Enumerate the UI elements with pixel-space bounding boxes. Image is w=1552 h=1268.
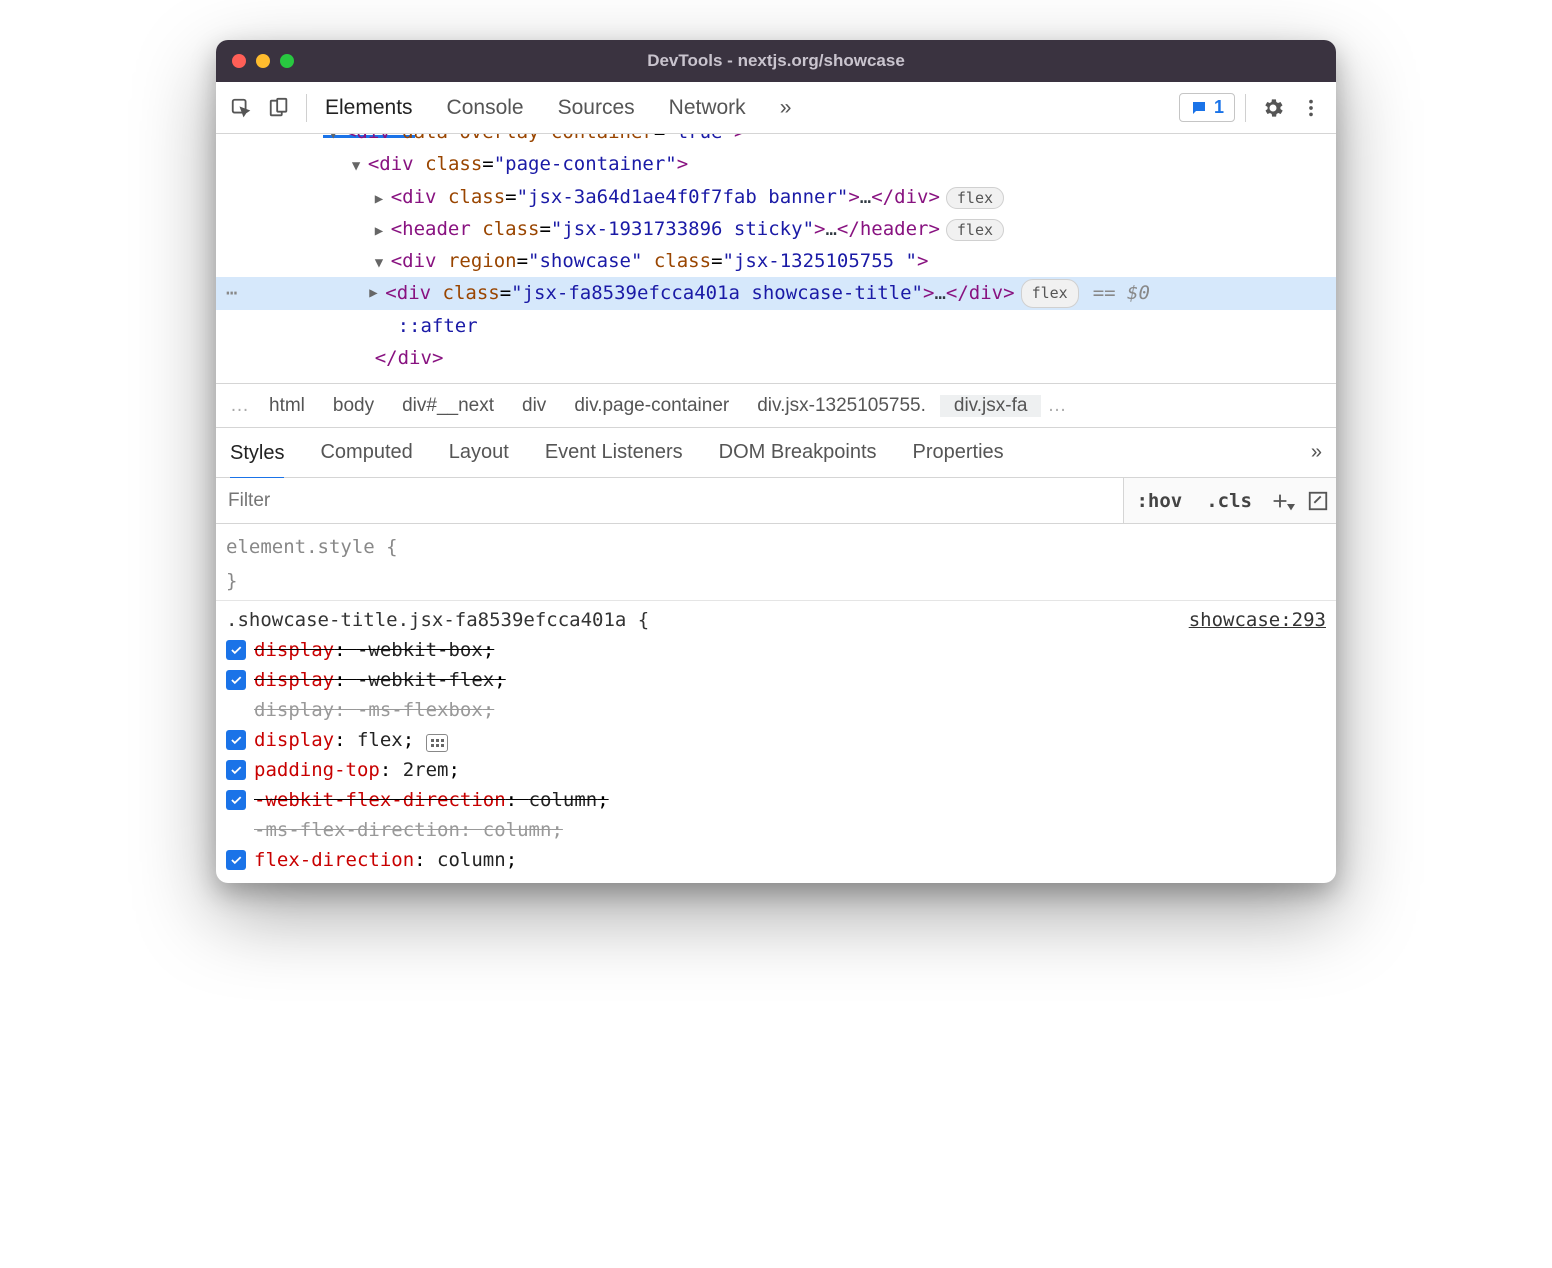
- issues-count: 1: [1214, 97, 1224, 118]
- element-style-close: }: [216, 562, 1336, 596]
- css-source-link[interactable]: showcase:293: [1189, 605, 1326, 635]
- styles-pane[interactable]: element.style { } .showcase-title.jsx-fa…: [216, 524, 1336, 883]
- property-checkbox[interactable]: [226, 850, 246, 870]
- settings-icon[interactable]: [1256, 91, 1290, 125]
- dom-line[interactable]: ▶<header class="jsx-1931733896 sticky">……: [216, 213, 1336, 245]
- css-selector[interactable]: .showcase-title.jsx-fa8539efcca401a {: [226, 605, 649, 635]
- dom-line[interactable]: ▼<div data-overlay-container="true">: [216, 134, 1336, 148]
- kebab-menu-icon[interactable]: [1294, 91, 1328, 125]
- main-toolbar: Elements Console Sources Network » 1: [216, 82, 1336, 134]
- breadcrumb-item[interactable]: div.page-container: [560, 395, 743, 417]
- dom-line[interactable]: ::after: [216, 310, 1336, 342]
- computed-panel-icon[interactable]: [1300, 490, 1336, 512]
- tabs-overflow[interactable]: »: [1311, 437, 1322, 468]
- filter-input[interactable]: [216, 478, 1124, 523]
- tab-styles[interactable]: Styles: [230, 438, 284, 480]
- breadcrumb-item[interactable]: body: [319, 395, 388, 417]
- tab-computed[interactable]: Computed: [320, 437, 412, 468]
- tab-console[interactable]: Console: [445, 92, 526, 124]
- css-property[interactable]: display: -ms-flexbox;: [216, 695, 1336, 725]
- element-style-open[interactable]: element.style {: [216, 528, 1336, 562]
- breadcrumb-item[interactable]: div#__next: [388, 395, 508, 417]
- styles-tabs: Styles Computed Layout Event Listeners D…: [216, 428, 1336, 478]
- new-rule-icon[interactable]: [1264, 490, 1300, 512]
- panel-tabs: Elements Console Sources Network »: [323, 92, 793, 124]
- flex-badge[interactable]: flex: [1021, 279, 1079, 309]
- breadcrumb-item[interactable]: div.jsx-1325105755.: [743, 395, 940, 417]
- property-checkbox[interactable]: [226, 640, 246, 660]
- css-property[interactable]: padding-top: 2rem;: [216, 755, 1336, 785]
- flex-editor-icon[interactable]: [426, 734, 448, 752]
- hov-toggle[interactable]: :hov: [1124, 490, 1194, 512]
- titlebar: DevTools - nextjs.org/showcase: [216, 40, 1336, 82]
- property-checkbox[interactable]: [226, 730, 246, 750]
- flex-badge[interactable]: flex: [946, 187, 1004, 209]
- css-property[interactable]: -ms-flex-direction: column;: [216, 815, 1336, 845]
- tab-event-listeners[interactable]: Event Listeners: [545, 437, 683, 468]
- dom-line[interactable]: ▼<div region="showcase" class="jsx-13251…: [216, 245, 1336, 277]
- separator: [1245, 94, 1246, 122]
- styles-filterbar: :hov .cls: [216, 478, 1336, 524]
- breadcrumb-item-active[interactable]: div.jsx-fa: [940, 395, 1042, 417]
- css-property[interactable]: display: -webkit-box;: [216, 635, 1336, 665]
- issues-badge[interactable]: 1: [1179, 93, 1235, 122]
- device-toggle-icon[interactable]: [262, 91, 296, 125]
- breadcrumb-item[interactable]: html: [255, 395, 319, 417]
- dom-line[interactable]: </div>: [216, 342, 1336, 374]
- css-property[interactable]: flex-direction: column;: [216, 845, 1336, 875]
- devtools-window: DevTools - nextjs.org/showcase Elements …: [216, 40, 1336, 883]
- breadcrumb-item[interactable]: div: [508, 395, 560, 417]
- flex-badge[interactable]: flex: [946, 219, 1004, 241]
- tab-elements[interactable]: Elements: [323, 92, 415, 138]
- tabs-overflow[interactable]: »: [778, 92, 794, 124]
- dom-tree[interactable]: ▼<div data-overlay-container="true"> ▼<d…: [216, 134, 1336, 384]
- property-checkbox[interactable]: [226, 670, 246, 690]
- cls-toggle[interactable]: .cls: [1194, 490, 1264, 512]
- dom-line[interactable]: ▼<div class="page-container">: [216, 148, 1336, 180]
- tab-layout[interactable]: Layout: [449, 437, 509, 468]
- separator: [306, 94, 307, 122]
- css-rule-header: .showcase-title.jsx-fa8539efcca401a { sh…: [216, 601, 1336, 635]
- dom-line[interactable]: ▶<div class="jsx-3a64d1ae4f0f7fab banner…: [216, 181, 1336, 213]
- tab-properties[interactable]: Properties: [913, 437, 1004, 468]
- tab-dom-breakpoints[interactable]: DOM Breakpoints: [719, 437, 877, 468]
- breadcrumb-overflow-left[interactable]: …: [224, 395, 255, 417]
- tab-sources[interactable]: Sources: [556, 92, 637, 124]
- css-property[interactable]: display: -webkit-flex;: [216, 665, 1336, 695]
- console-ref: == $0: [1093, 277, 1150, 309]
- css-property[interactable]: -webkit-flex-direction: column;: [216, 785, 1336, 815]
- breadcrumb-overflow-right[interactable]: …: [1041, 395, 1072, 417]
- tab-network[interactable]: Network: [667, 92, 748, 124]
- window-title: DevTools - nextjs.org/showcase: [216, 51, 1336, 71]
- css-property[interactable]: display: flex;: [216, 725, 1336, 755]
- property-checkbox[interactable]: [226, 790, 246, 810]
- property-checkbox[interactable]: [226, 760, 246, 780]
- ellipsis-icon[interactable]: ⋯: [226, 277, 243, 309]
- inspect-icon[interactable]: [224, 91, 258, 125]
- breadcrumb: … html body div#__next div div.page-cont…: [216, 384, 1336, 428]
- dom-line-selected[interactable]: ⋯ ▶<div class="jsx-fa8539efcca401a showc…: [216, 277, 1336, 309]
